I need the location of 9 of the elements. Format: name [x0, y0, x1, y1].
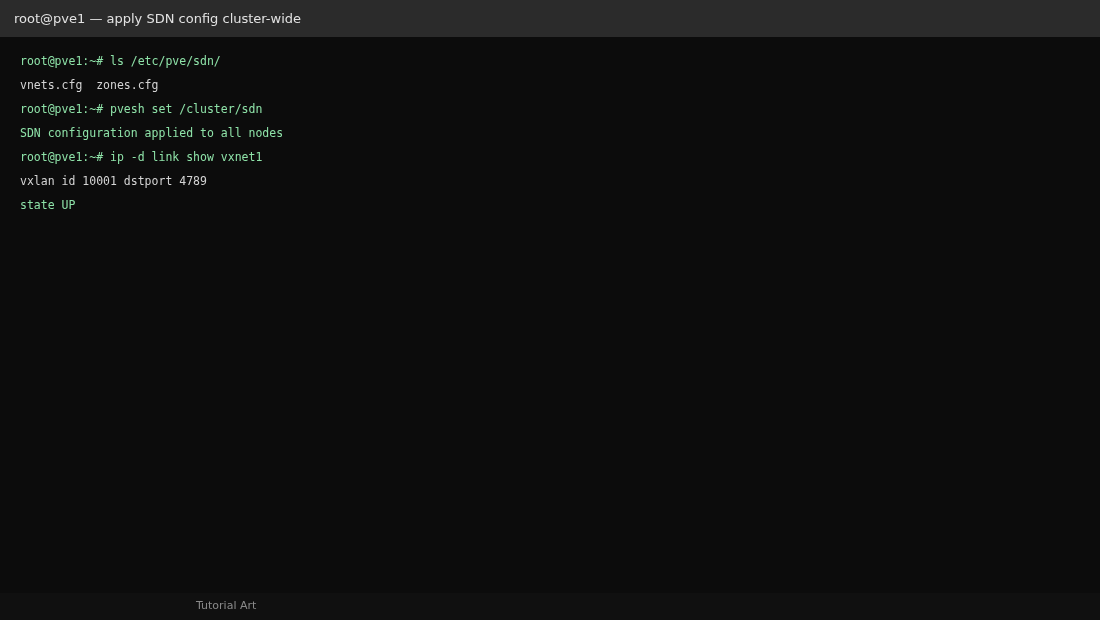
command-line: root@pve1:~# ls /etc/pve/sdn/ — [20, 53, 221, 70]
command-line: root@pve1:~# ip -d link show vxnet1 — [20, 149, 263, 166]
command-line: root@pve1:~# pvesh set /cluster/sdn — [20, 101, 263, 118]
output-line: vnets.cfg zones.cfg — [20, 77, 159, 94]
success-line: SDN configuration applied to all nodes — [20, 125, 284, 142]
output-line: vxlan id 10001 dstport 4789 — [20, 173, 207, 190]
window-title: root@pve1 — apply SDN config cluster-wide — [14, 9, 302, 28]
status-text: Tutorial Art — [196, 598, 257, 615]
success-line: state UP — [20, 197, 76, 214]
